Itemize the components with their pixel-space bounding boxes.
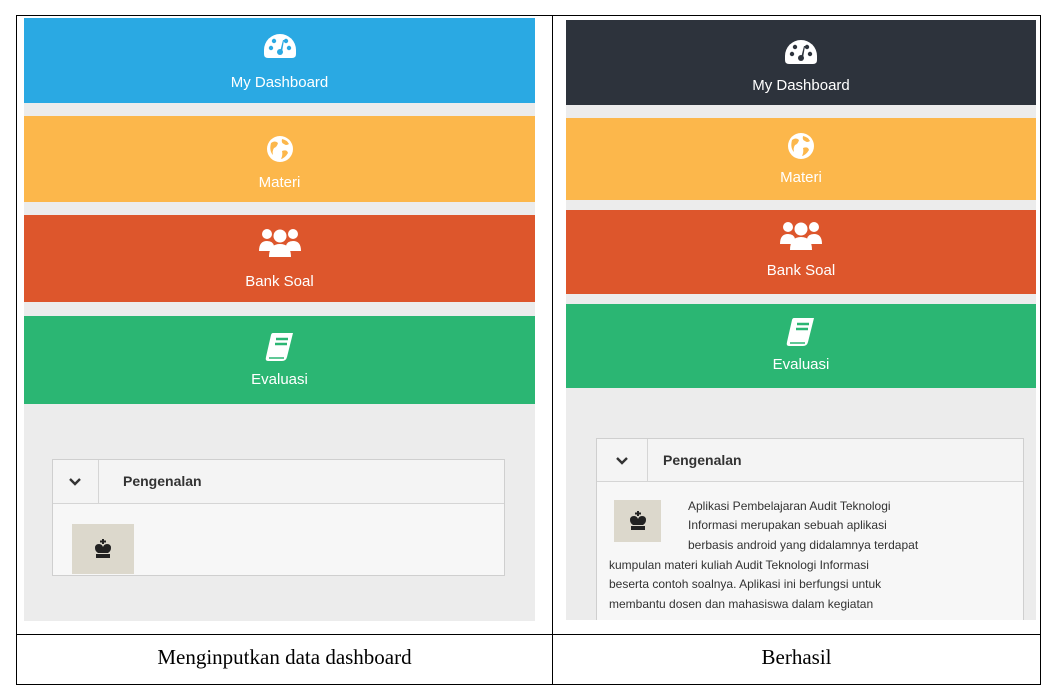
description-line: Aplikasi Pembelajaran Audit Teknologi — [688, 499, 891, 513]
description-line: beserta contoh soalnya. Aplikasi ini ber… — [609, 577, 882, 591]
menu-label-bank-soal: Bank Soal — [245, 273, 314, 290]
dashboard-gauge-icon — [263, 34, 296, 58]
collapse-toggle[interactable] — [53, 460, 99, 503]
caption-left: Menginputkan data dashboard — [157, 645, 412, 669]
pengenalan-card: Pengenalan Aplikasi Pembelajaran Audit T… — [596, 438, 1024, 620]
menu-tile-my-dashboard[interactable]: My Dashboard — [24, 18, 535, 103]
card-thumbnail — [72, 524, 134, 574]
collapse-toggle[interactable] — [597, 439, 648, 481]
menu-label-bank-soal: Bank Soal — [766, 262, 836, 279]
description-line: kumpulan materi kuliah Audit Teknologi I… — [609, 558, 869, 572]
dashboard-gauge-icon — [785, 40, 817, 64]
table-border-left — [16, 15, 17, 685]
chess-king-icon — [630, 511, 646, 530]
globe-icon — [788, 133, 814, 159]
menu-tile-materi[interactable]: Materi — [566, 118, 1036, 200]
menu-tile-materi[interactable]: Materi — [24, 116, 535, 202]
card-thumbnail — [614, 500, 661, 542]
pengenalan-card: Pengenalan — [52, 459, 505, 576]
menu-label-materi: Materi — [780, 169, 822, 186]
table-border-right — [1040, 15, 1041, 685]
menu-tile-evaluasi[interactable]: Evaluasi — [24, 316, 535, 404]
pengenalan-card-header[interactable]: Pengenalan — [597, 439, 1023, 482]
pengenalan-title: Pengenalan — [663, 452, 742, 468]
menu-tile-bank-soal[interactable]: Bank Soal — [566, 210, 1036, 294]
table-border-top — [16, 15, 1041, 16]
pengenalan-title: Pengenalan — [123, 473, 202, 489]
pengenalan-card-header[interactable]: Pengenalan — [53, 460, 504, 504]
menu-label-my-dashboard: My Dashboard — [752, 77, 850, 94]
table-border-center — [552, 15, 553, 685]
menu-tile-my-dashboard[interactable]: My Dashboard — [566, 20, 1036, 105]
description-line: membantu dosen dan mahasiswa dalam kegia… — [609, 597, 874, 611]
chevron-down-icon — [69, 478, 81, 486]
menu-label-evaluasi: Evaluasi — [772, 356, 830, 373]
description-line: Informasi merupakan sebuah aplikasi — [688, 518, 887, 532]
chevron-down-icon — [616, 457, 628, 465]
globe-icon — [266, 136, 293, 162]
book-icon — [786, 318, 814, 346]
caption-right: Berhasil — [761, 645, 832, 669]
description-line: berbasis android yang didalamnya terdapa… — [688, 538, 919, 552]
left-app-screen: My Dashboard Materi Bank Soal Evaluasi P… — [24, 18, 535, 621]
menu-label-materi: Materi — [258, 174, 301, 191]
book-icon — [265, 333, 293, 361]
menu-label-evaluasi: Evaluasi — [251, 371, 308, 388]
menu-tile-bank-soal[interactable]: Bank Soal — [24, 215, 535, 302]
menu-label-my-dashboard: My Dashboard — [230, 74, 329, 91]
chess-king-icon — [95, 539, 111, 558]
users-icon — [780, 222, 822, 250]
menu-tile-evaluasi[interactable]: Evaluasi — [566, 304, 1036, 388]
users-icon — [258, 229, 301, 257]
table-border-middle — [16, 634, 1041, 635]
right-app-screen: My Dashboard Materi Bank Soal Evaluasi P… — [566, 20, 1036, 620]
